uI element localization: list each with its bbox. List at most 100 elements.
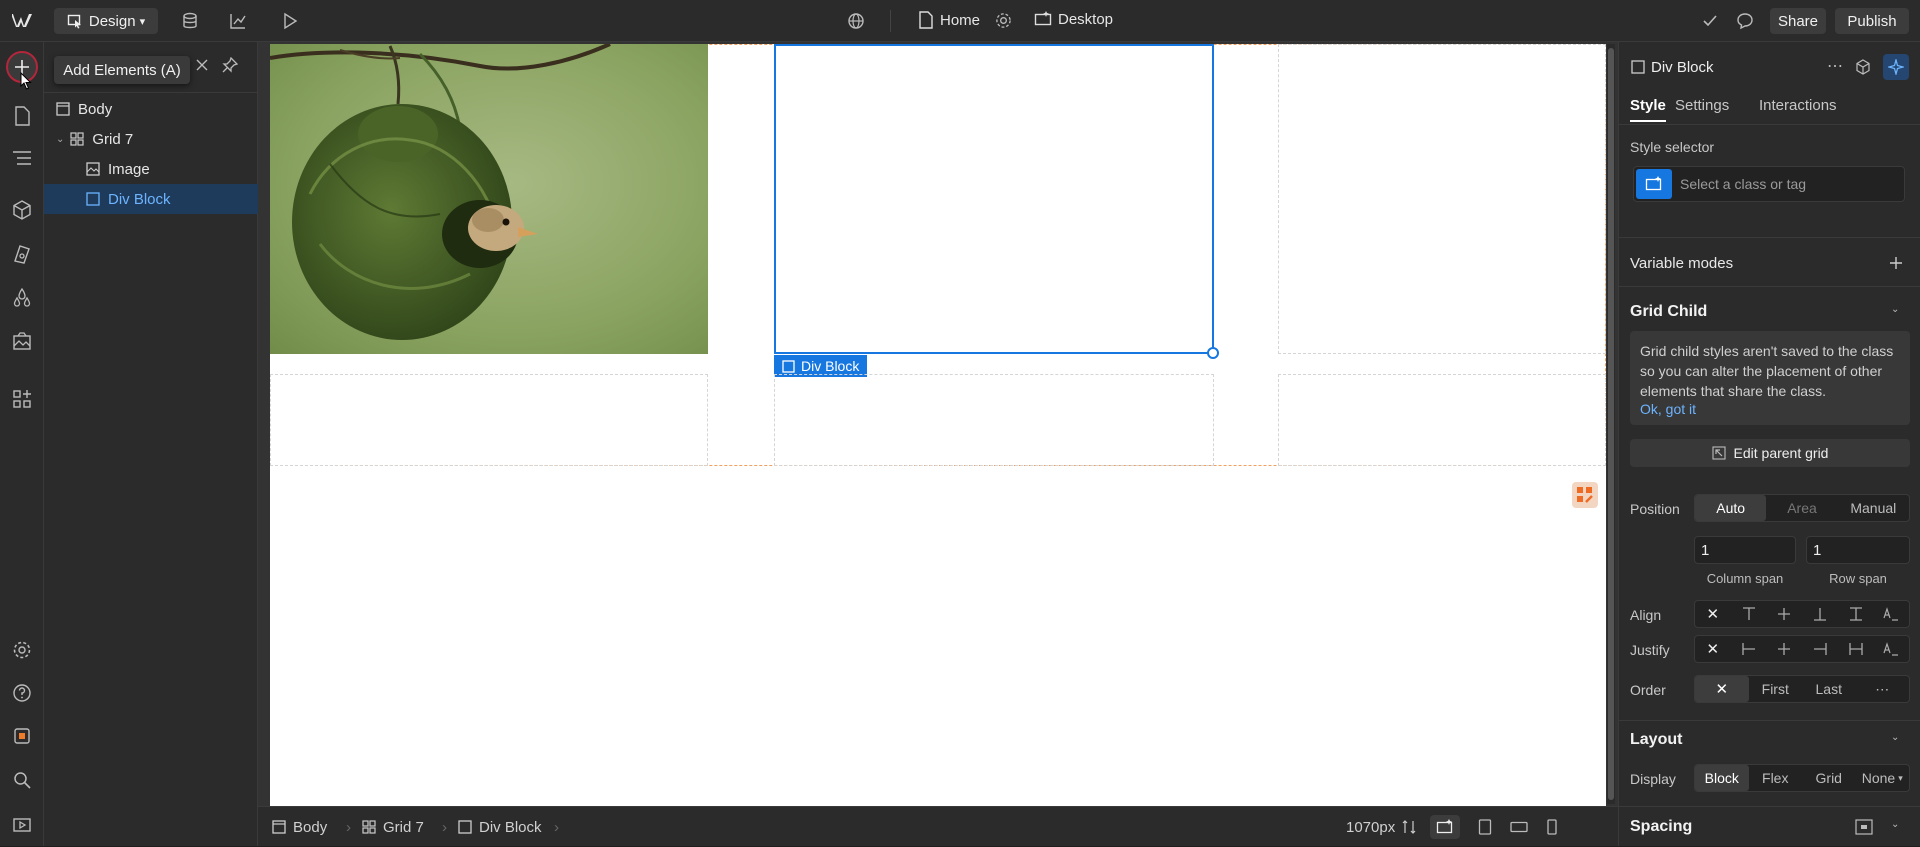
box-icon xyxy=(1631,60,1645,74)
components-cube-icon[interactable] xyxy=(10,198,34,222)
chevron-down-icon[interactable]: ⌄ xyxy=(56,134,64,145)
justify-none-x-icon[interactable]: ✕ xyxy=(1695,636,1731,662)
justify-end-icon[interactable] xyxy=(1802,636,1838,662)
page-selector[interactable]: Home xyxy=(918,11,980,29)
globe-icon[interactable] xyxy=(847,12,865,30)
justify-baseline-icon[interactable] xyxy=(1873,636,1909,662)
cms-database-icon[interactable] xyxy=(181,12,199,30)
chevron-down-icon[interactable]: ⌄ xyxy=(1891,732,1899,743)
close-icon[interactable] xyxy=(196,59,208,71)
breadcrumb-div-block[interactable]: Div Block xyxy=(458,807,542,847)
align-none-x-icon[interactable]: ✕ xyxy=(1695,601,1731,627)
align-center-icon[interactable] xyxy=(1766,601,1802,627)
canvas-page[interactable]: Div Block xyxy=(270,44,1606,806)
box-icon xyxy=(272,820,286,834)
justify-start-icon[interactable] xyxy=(1731,636,1767,662)
comments-icon[interactable] xyxy=(1736,12,1754,30)
navigator-item-grid[interactable]: ⌄ Grid 7 xyxy=(44,124,258,154)
breadcrumb-label: Div Block xyxy=(479,818,542,836)
position-manual-option[interactable]: Manual xyxy=(1838,495,1909,521)
justify-stretch-icon[interactable] xyxy=(1838,636,1874,662)
webflow-logo-icon[interactable] xyxy=(12,11,34,29)
chevron-down-icon: ▾ xyxy=(139,15,146,28)
tab-interactions[interactable]: Interactions xyxy=(1759,97,1837,114)
ai-assistant-sparkle-icon[interactable] xyxy=(1883,54,1909,80)
checkmark-icon[interactable] xyxy=(1701,12,1719,30)
align-stretch-icon[interactable] xyxy=(1838,601,1874,627)
bird-nest-image[interactable] xyxy=(270,44,708,354)
more-options-icon[interactable]: ⋯ xyxy=(1827,56,1843,76)
order-first-option[interactable]: First xyxy=(1749,676,1803,702)
add-variable-mode-plus-icon[interactable] xyxy=(1889,256,1903,270)
grid-edit-icon[interactable] xyxy=(1572,482,1598,508)
analytics-chart-icon[interactable] xyxy=(229,12,247,30)
desktop-breakpoint-icon xyxy=(1034,11,1052,26)
navigator-item-div-block[interactable]: Div Block xyxy=(44,184,258,214)
position-area-option[interactable]: Area xyxy=(1766,495,1837,521)
component-icon[interactable] xyxy=(1855,59,1871,75)
help-icon[interactable] xyxy=(10,681,34,705)
chevron-down-icon[interactable]: ⌄ xyxy=(1891,304,1899,315)
align-segmented-control: ✕ xyxy=(1694,600,1910,628)
play-preview-icon[interactable] xyxy=(281,12,299,30)
order-last-option[interactable]: Last xyxy=(1802,676,1856,702)
justify-center-icon[interactable] xyxy=(1766,636,1802,662)
order-none-x-icon[interactable]: ✕ xyxy=(1695,676,1749,702)
publish-button[interactable]: Publish xyxy=(1835,8,1909,34)
apps-icon[interactable] xyxy=(10,387,34,411)
style-selector-input[interactable]: Select a class or tag xyxy=(1633,166,1905,202)
grid-cell[interactable] xyxy=(774,374,1214,466)
align-baseline-icon[interactable] xyxy=(1873,601,1909,627)
chevron-down-icon[interactable]: ⌄ xyxy=(1891,819,1899,830)
style-manager-icon[interactable] xyxy=(10,242,34,266)
order-more-icon[interactable]: ⋯ xyxy=(1856,676,1910,702)
selected-div-block[interactable] xyxy=(774,44,1214,354)
navigator-item-image[interactable]: Image xyxy=(44,154,258,184)
desktop-breakpoint-icon[interactable] xyxy=(1430,815,1460,839)
scrollbar[interactable] xyxy=(1607,44,1615,804)
tab-style[interactable]: Style xyxy=(1630,97,1666,114)
variables-drops-icon[interactable] xyxy=(10,286,34,310)
display-flex-option[interactable]: Flex xyxy=(1749,765,1803,791)
pages-icon[interactable] xyxy=(10,104,34,128)
column-span-input[interactable]: 1 xyxy=(1694,536,1796,564)
settings-gear-icon[interactable] xyxy=(10,638,34,662)
breakpoint-selector[interactable]: Desktop xyxy=(1034,11,1113,28)
row-span-input[interactable]: 1 xyxy=(1806,536,1910,564)
display-block-option[interactable]: Block xyxy=(1695,765,1749,791)
align-label: Align xyxy=(1630,607,1662,623)
navigator-icon[interactable] xyxy=(10,146,34,170)
mobile-landscape-icon[interactable] xyxy=(1510,820,1528,834)
tab-settings[interactable]: Settings xyxy=(1675,97,1729,114)
grid-cell[interactable] xyxy=(270,374,708,466)
breadcrumb-grid[interactable]: Grid 7 xyxy=(362,807,424,847)
spacing-mode-icon[interactable] xyxy=(1855,819,1873,835)
page-settings-gear-icon[interactable] xyxy=(995,12,1012,29)
mobile-portrait-icon[interactable] xyxy=(1546,819,1558,835)
canvas-width[interactable]: 1070px xyxy=(1346,807,1416,847)
tablet-breakpoint-icon[interactable] xyxy=(1478,819,1492,835)
justify-label: Justify xyxy=(1630,642,1670,658)
assets-image-icon[interactable] xyxy=(10,330,34,354)
position-auto-option[interactable]: Auto xyxy=(1695,495,1767,521)
display-grid-option[interactable]: Grid xyxy=(1802,765,1856,791)
breadcrumb-body[interactable]: Body xyxy=(272,807,327,847)
notice-ok-link[interactable]: Ok, got it xyxy=(1640,401,1696,417)
navigator-item-body[interactable]: Body xyxy=(44,94,258,124)
box-icon xyxy=(458,820,472,834)
align-start-icon[interactable] xyxy=(1731,601,1767,627)
video-tutorials-icon[interactable] xyxy=(10,812,34,836)
class-selector-icon xyxy=(1636,169,1672,199)
scrollbar-thumb[interactable] xyxy=(1608,48,1614,800)
edit-parent-grid-button[interactable]: Edit parent grid xyxy=(1630,439,1910,467)
align-end-icon[interactable] xyxy=(1802,601,1838,627)
mode-dropdown[interactable]: Design ▾ xyxy=(54,8,158,34)
search-icon[interactable] xyxy=(10,768,34,792)
share-button[interactable]: Share xyxy=(1770,8,1826,34)
display-none-option[interactable]: None ▾ xyxy=(1856,765,1910,791)
pin-icon[interactable] xyxy=(222,57,238,73)
resize-handle[interactable] xyxy=(1207,347,1219,359)
grid-cell[interactable] xyxy=(1278,44,1606,354)
grid-cell[interactable] xyxy=(1278,374,1606,466)
app-extension-icon[interactable] xyxy=(10,724,34,748)
